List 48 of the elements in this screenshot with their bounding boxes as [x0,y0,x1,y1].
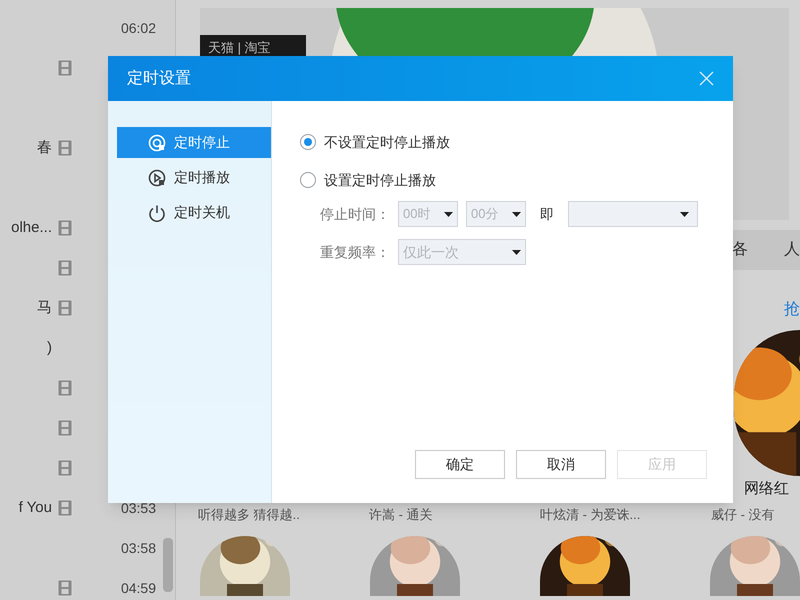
dialog-button[interactable]: 取消 [516,450,606,479]
song-title[interactable]: 春 [37,136,52,160]
film-icon[interactable] [58,500,72,516]
field-label: 即 [540,204,554,224]
film-icon[interactable] [58,460,72,476]
tab[interactable]: 各 [732,238,748,262]
radio-option[interactable]: 设置定时停止播放 [300,169,707,191]
date-select[interactable] [568,201,698,227]
song-duration: 06:02 [120,18,156,38]
song-title[interactable]: 马 [37,296,52,320]
song-duration: 04:59 [120,578,156,598]
film-icon[interactable] [58,300,72,316]
card-caption[interactable]: 威仔 - 没有 [711,504,791,524]
radio-button[interactable] [300,134,316,150]
radio-button[interactable] [300,172,316,188]
caret-icon [444,212,453,216]
caret-icon [680,212,689,216]
film-icon[interactable] [58,580,72,596]
card-title[interactable]: 网络红 [744,478,800,500]
film-icon[interactable] [58,220,72,236]
stop-timer-icon [148,134,166,152]
field-label: 重复频率： [320,242,390,262]
sidebar-item[interactable]: 定时关机 [117,197,271,228]
power-icon [148,204,166,222]
song-duration: 03:53 [120,498,156,518]
card-caption[interactable]: 听得越多 猜得越.. [198,504,369,524]
song-title[interactable]: f You [18,496,52,520]
song-title[interactable]: olhe... [11,216,52,240]
song-title[interactable]: ) [47,336,52,360]
film-icon[interactable] [58,260,72,276]
caret-icon [512,212,521,216]
dialog-button[interactable]: 确定 [415,450,505,479]
tab[interactable]: 人 [784,238,800,262]
field-label: 停止时间： [320,204,390,224]
film-icon[interactable] [58,380,72,396]
song-duration: 03:58 [120,538,156,558]
film-icon[interactable] [58,60,72,76]
card-caption[interactable]: 许嵩 - 通关 [369,504,540,524]
close-icon[interactable] [699,71,714,86]
card-caption[interactable]: 叶炫清 - 为爱诛... [540,504,711,524]
dialog-title: 定时设置 [127,68,191,88]
scrollbar-thumb[interactable] [163,538,173,592]
radio-option[interactable]: 不设置定时停止播放 [300,131,707,153]
film-icon[interactable] [58,420,72,436]
film-icon[interactable] [58,140,72,156]
sidebar-item[interactable]: 定时播放 [117,162,271,193]
play-timer-icon [148,168,166,186]
caret-icon [512,250,521,254]
